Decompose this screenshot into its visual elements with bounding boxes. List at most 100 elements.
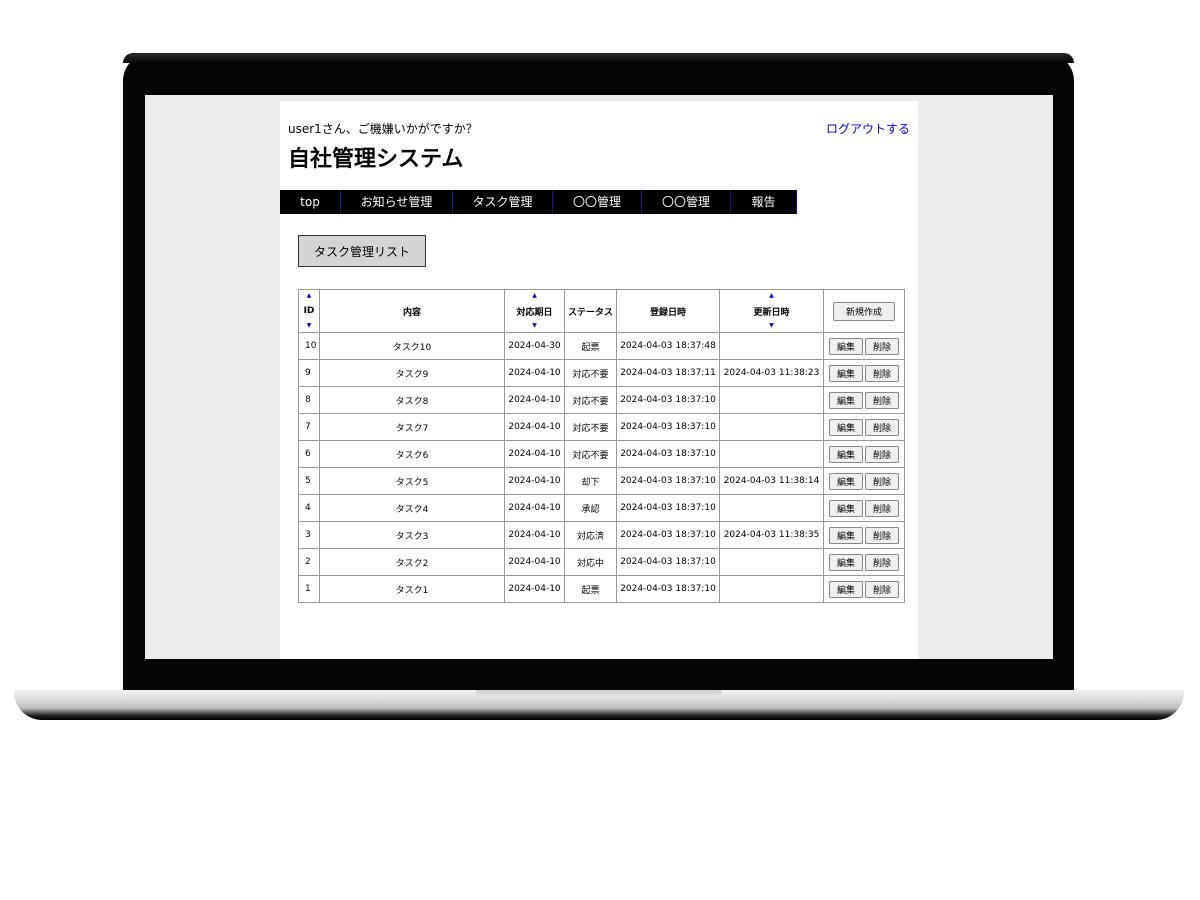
task-created-cell: 2024-04-03 18:37:10 (616, 575, 720, 603)
delete-button[interactable]: 削除 (865, 580, 899, 598)
task-status-cell: 起票 (564, 575, 617, 603)
task-actions-cell: 編集 削除 (823, 359, 905, 387)
col-due-header: ▲ 対応期日 ▼ (504, 289, 565, 333)
task-list-button[interactable]: タスク管理リスト (298, 235, 426, 267)
edit-button[interactable]: 編集 (829, 472, 863, 490)
main-nav: top お知らせ管理 タスク管理 〇〇管理 〇〇管理 報告 (280, 190, 797, 214)
task-created-cell: 2024-04-03 18:37:10 (616, 440, 720, 468)
delete-button[interactable]: 削除 (865, 418, 899, 436)
task-id-cell: 6 (298, 440, 320, 468)
task-created-cell: 2024-04-03 18:37:48 (616, 332, 720, 360)
delete-button[interactable]: 削除 (865, 337, 899, 355)
task-updated-cell (719, 494, 824, 522)
task-actions-cell: 編集 削除 (823, 386, 905, 414)
nav-item-manage-2[interactable]: 〇〇管理 (642, 190, 731, 214)
task-id-cell: 1 (298, 575, 320, 603)
task-content-cell: タスク9 (319, 359, 505, 387)
col-id-label: ID (303, 306, 315, 316)
task-id-cell: 10 (298, 332, 320, 360)
new-task-button[interactable]: 新規作成 (833, 301, 895, 321)
table-row: 2 タスク2 2024-04-10 対応中 2024-04-03 18:37:10 編集削… (298, 548, 905, 576)
task-actions-cell: 編集 削除 (823, 467, 905, 495)
sort-desc-icon[interactable]: ▼ (532, 323, 537, 329)
task-content-cell: タスク4 (319, 494, 505, 522)
col-content-header: 内容 (319, 289, 505, 333)
laptop-screen: user1さん、ご機嫌いかがですか？ ログアウトする 自社管理システム top … (145, 95, 1053, 659)
task-updated-cell (719, 386, 824, 414)
nav-item-manage-1[interactable]: 〇〇管理 (553, 190, 642, 214)
table-row: 5 タスク5 2024-04-10 却下 2024-04-03 18:37:10 2024… (298, 467, 905, 495)
task-due-cell: 2024-04-10 (504, 467, 565, 495)
task-created-cell: 2024-04-03 18:37:10 (616, 521, 720, 549)
task-content-cell: タスク3 (319, 521, 505, 549)
table-row: 1 タスク1 2024-04-10 起票 2024-04-03 18:37:10 編集 削除 (298, 575, 905, 603)
task-updated-cell (719, 413, 824, 441)
task-actions-cell: 編集 削除 (823, 332, 905, 360)
delete-button[interactable]: 削除 (865, 445, 899, 463)
task-created-cell: 2024-04-03 18:37:10 (616, 494, 720, 522)
edit-button[interactable]: 編集 (829, 526, 863, 544)
table-row: 9 タスク9 2024-04-10 対応不要 2024-04-03 18:37:11 20… (298, 359, 905, 387)
delete-button[interactable]: 削除 (865, 472, 899, 490)
sort-desc-icon[interactable]: ▼ (769, 323, 774, 329)
sort-asc-icon[interactable]: ▲ (532, 293, 537, 299)
page: user1さん、ご機嫌いかがですか？ ログアウトする 自社管理システム top … (280, 101, 918, 659)
delete-button[interactable]: 削除 (865, 526, 899, 544)
task-created-cell: 2024-04-03 18:37:10 (616, 467, 720, 495)
table-row: 6 タスク6 2024-04-10 対応不要 2024-04-03 18:37:10 編集… (298, 440, 905, 468)
edit-button[interactable]: 編集 (829, 391, 863, 409)
task-content-cell: タスク2 (319, 548, 505, 576)
edit-button[interactable]: 編集 (829, 364, 863, 382)
task-due-cell: 2024-04-10 (504, 386, 565, 414)
task-rows: 10 タスク10 2024-04-30 起票 2024-04-03 18:37:48 編集… (298, 332, 905, 603)
col-status-header: ステータス (564, 289, 617, 333)
task-due-cell: 2024-04-10 (504, 521, 565, 549)
nav-item-report[interactable]: 報告 (731, 190, 796, 214)
edit-button[interactable]: 編集 (829, 553, 863, 571)
user-greeting: user1さん、ご機嫌いかがですか？ (288, 122, 478, 136)
sort-desc-icon[interactable]: ▼ (307, 323, 312, 329)
delete-button[interactable]: 削除 (865, 391, 899, 409)
task-id-cell: 7 (298, 413, 320, 441)
task-created-cell: 2024-04-03 18:37:10 (616, 548, 720, 576)
col-actions-header: 新規作成 (823, 289, 905, 333)
task-table: ▲ ID ▼ 内容 ▲ 対応期日 ▼ ステータス 登録日時 ▲ 更新日時 ▼ 新… (298, 289, 905, 603)
edit-button[interactable]: 編集 (829, 499, 863, 517)
task-actions-cell: 編集 削除 (823, 413, 905, 441)
task-actions-cell: 編集 削除 (823, 521, 905, 549)
sort-asc-icon[interactable]: ▲ (769, 293, 774, 299)
edit-button[interactable]: 編集 (829, 445, 863, 463)
task-id-cell: 3 (298, 521, 320, 549)
edit-button[interactable]: 編集 (829, 418, 863, 436)
task-actions-cell: 編集 削除 (823, 494, 905, 522)
nav-item-news[interactable]: お知らせ管理 (341, 190, 453, 214)
task-status-cell: 承認 (564, 494, 617, 522)
table-row: 3 タスク3 2024-04-10 対応済 2024-04-03 18:37:10 202… (298, 521, 905, 549)
task-content-cell: タスク8 (319, 386, 505, 414)
delete-button[interactable]: 削除 (865, 364, 899, 382)
task-status-cell: 却下 (564, 467, 617, 495)
logout-link[interactable]: ログアウトする (826, 120, 910, 137)
page-title: 自社管理システム (288, 147, 464, 172)
task-status-cell: 対応不要 (564, 413, 617, 441)
task-content-cell: タスク1 (319, 575, 505, 603)
table-header-row: ▲ ID ▼ 内容 ▲ 対応期日 ▼ ステータス 登録日時 ▲ 更新日時 ▼ 新… (298, 289, 905, 333)
task-actions-cell: 編集 削除 (823, 440, 905, 468)
edit-button[interactable]: 編集 (829, 580, 863, 598)
task-id-cell: 5 (298, 467, 320, 495)
sort-asc-icon[interactable]: ▲ (307, 293, 312, 299)
task-created-cell: 2024-04-03 18:37:10 (616, 386, 720, 414)
task-updated-cell (719, 440, 824, 468)
nav-item-top[interactable]: top (280, 190, 341, 214)
nav-item-tasks[interactable]: タスク管理 (453, 190, 553, 214)
col-id-header: ▲ ID ▼ (298, 289, 320, 333)
task-updated-cell: 2024-04-03 11:38:35 (719, 521, 824, 549)
edit-button[interactable]: 編集 (829, 337, 863, 355)
col-updated-header: ▲ 更新日時 ▼ (719, 289, 824, 333)
delete-button[interactable]: 削除 (865, 499, 899, 517)
table-row: 8 タスク8 2024-04-10 対応不要 2024-04-03 18:37:10 編集… (298, 386, 905, 414)
task-updated-cell (719, 575, 824, 603)
col-created-header: 登録日時 (616, 289, 720, 333)
delete-button[interactable]: 削除 (865, 553, 899, 571)
table-row: 10 タスク10 2024-04-30 起票 2024-04-03 18:37:48 編集… (298, 332, 905, 360)
